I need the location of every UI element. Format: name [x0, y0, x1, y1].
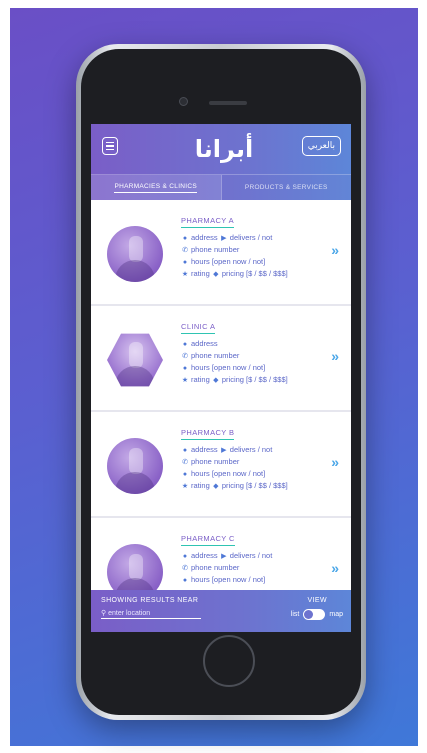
listing-name: PHARMACY B	[181, 428, 235, 440]
phone-icon: ✆	[182, 353, 188, 360]
app-screen: أبرانا بالعربي PHARMACIES & CLINICS PROD…	[91, 124, 351, 632]
phone-icon: ✆	[182, 565, 188, 572]
language-button[interactable]: بالعربي	[301, 136, 341, 156]
listing-name: CLINIC A	[181, 322, 216, 334]
phone-icon: ✆	[182, 247, 188, 254]
delivery-icon: ▶	[221, 553, 227, 560]
pharmacy-photo	[107, 438, 163, 494]
speaker-grille	[209, 101, 247, 105]
clock-icon: ●	[182, 365, 188, 372]
tag-icon: ◆	[213, 483, 219, 490]
phone-icon: ✆	[182, 459, 188, 466]
tab-products-services[interactable]: PRODUCTS & SERVICES	[220, 175, 352, 200]
view-toggle-row: list map	[291, 609, 343, 620]
location-pin-icon: ●	[182, 341, 188, 348]
list-item[interactable]: CLINIC A ● address ✆ phone number ● hours […	[91, 306, 351, 412]
camera-icon	[179, 97, 188, 106]
bottom-bar: SHOWING RESULTS NEAR ⚲ enter location VI…	[91, 590, 351, 632]
list-item[interactable]: PHARMACY C ● address ▶ delivers / not ✆ pho…	[91, 518, 351, 590]
star-icon: ★	[181, 483, 189, 490]
search-icon: ⚲	[101, 610, 107, 617]
list-label: list	[290, 611, 300, 618]
map-label: map	[329, 611, 343, 618]
location-pin-icon: ●	[182, 553, 188, 560]
clock-icon: ●	[182, 259, 188, 266]
chevron-right-icon[interactable]: »	[331, 242, 339, 258]
chevron-right-icon[interactable]: »	[331, 560, 339, 576]
list-item[interactable]: PHARMACY B ● address ▶ delivers / not ✆ pho…	[91, 412, 351, 518]
star-icon: ★	[181, 377, 189, 384]
clock-icon: ●	[182, 577, 188, 584]
listing-name: PHARMACY A	[181, 216, 235, 228]
tab-bar: PHARMACIES & CLINICS PRODUCTS & SERVICES	[91, 174, 351, 200]
chevron-right-icon[interactable]: »	[331, 454, 339, 470]
list-item[interactable]: PHARMACY A ● address ▶ delivers / not ✆ pho…	[91, 200, 351, 306]
pharmacy-photo	[107, 226, 163, 282]
delivery-icon: ▶	[221, 235, 227, 242]
clock-icon: ●	[182, 471, 188, 478]
delivery-icon: ▶	[221, 447, 227, 454]
home-button[interactable]	[203, 635, 255, 687]
tag-icon: ◆	[213, 271, 219, 278]
location-input[interactable]: ⚲ enter location	[101, 609, 201, 619]
pharmacy-photo	[107, 544, 163, 590]
location-pin-icon: ●	[182, 235, 188, 242]
view-label: VIEW	[307, 597, 327, 604]
list-map-toggle[interactable]	[303, 609, 326, 620]
results-list: PHARMACY A ● address ▶ delivers / not ✆ pho…	[91, 200, 351, 590]
app-logo: أبرانا	[194, 135, 254, 163]
top-bar: أبرانا بالعربي	[91, 124, 351, 174]
tag-icon: ◆	[213, 377, 219, 384]
clinic-photo	[107, 333, 163, 387]
listing-name: PHARMACY C	[181, 534, 235, 546]
menu-icon[interactable]	[102, 137, 118, 155]
tab-pharmacies-clinics[interactable]: PHARMACIES & CLINICS	[91, 175, 221, 200]
chevron-right-icon[interactable]: »	[331, 348, 339, 364]
location-pin-icon: ●	[182, 447, 188, 454]
showing-results-label: SHOWING RESULTS NEAR	[101, 597, 199, 604]
star-icon: ★	[181, 271, 189, 278]
